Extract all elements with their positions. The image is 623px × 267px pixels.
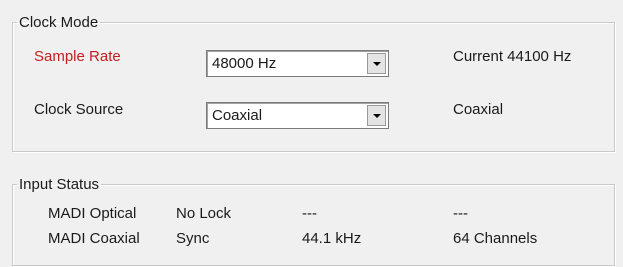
clock-source-dropdown-button[interactable]	[367, 105, 386, 126]
input-channels: 64 Channels	[453, 230, 538, 247]
sample-rate-select[interactable]: 48000 Hz	[206, 50, 389, 77]
clock-source-label: Clock Source	[34, 101, 124, 118]
settings-panel: Clock Mode Sample Rate 48000 Hz Current …	[0, 0, 623, 267]
input-channels: ---	[453, 205, 468, 222]
chevron-down-icon	[372, 61, 381, 66]
sample-rate-label: Sample Rate	[34, 48, 121, 65]
clock-source-current: Coaxial	[453, 101, 504, 118]
input-sample-rate: 44.1 kHz	[302, 230, 362, 247]
input-lock-status: No Lock	[176, 205, 232, 222]
input-name: MADI Optical	[48, 205, 137, 222]
sample-rate-dropdown-button[interactable]	[367, 53, 386, 74]
input-sample-rate: ---	[302, 205, 317, 222]
input-status-legend: Input Status	[19, 176, 100, 193]
input-name: MADI Coaxial	[48, 230, 140, 247]
clock-mode-legend: Clock Mode	[19, 14, 99, 31]
chevron-down-icon	[372, 113, 381, 118]
sample-rate-value: 48000 Hz	[212, 55, 277, 72]
clock-source-value: Coaxial	[212, 107, 263, 124]
sample-rate-current: Current 44100 Hz	[453, 48, 572, 65]
clock-mode-group: Clock Mode Sample Rate 48000 Hz Current …	[12, 14, 615, 152]
input-status-group: Input Status MADI Optical No Lock --- --…	[12, 176, 615, 266]
clock-source-select[interactable]: Coaxial	[206, 102, 389, 129]
input-lock-status: Sync	[176, 230, 210, 247]
